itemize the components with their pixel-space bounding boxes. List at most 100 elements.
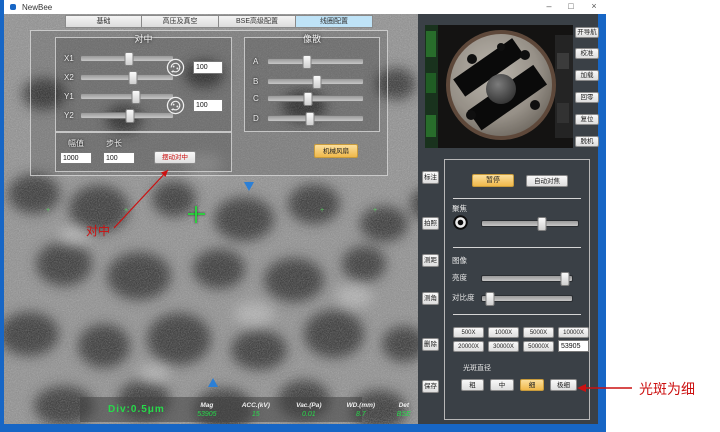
mag-5000x-button[interactable]: 5000X — [523, 327, 554, 338]
home-zero-button[interactable]: 回零 — [575, 92, 599, 103]
capture-tool-button[interactable]: 拍照 — [422, 217, 439, 230]
contrast-slider[interactable] — [481, 295, 573, 302]
reset-button[interactable]: 复位 — [575, 114, 599, 125]
x1-label: X1 — [64, 54, 80, 63]
chamber-camera-image — [425, 25, 573, 148]
window-frame-bottom — [0, 424, 606, 432]
amplitude-label: 幅值 — [68, 138, 84, 149]
status-col-mag: Mag53905 — [187, 402, 227, 418]
focus-slider-thumb[interactable] — [537, 217, 546, 231]
y1-slider[interactable] — [80, 93, 174, 100]
x1-slider-thumb[interactable] — [124, 52, 133, 66]
focus-label: 聚焦 — [452, 203, 467, 214]
mag-20000x-button[interactable]: 20000X — [453, 341, 484, 352]
detector-marker-icon — [208, 378, 218, 387]
astig-c-slider[interactable] — [267, 95, 364, 102]
contrast-label: 对比度 — [452, 292, 475, 303]
crosshair-icon-vertical — [195, 206, 197, 223]
astig-b-label: B — [253, 77, 267, 86]
step-input[interactable] — [103, 152, 135, 164]
offline-button[interactable]: 脱机 — [575, 136, 599, 147]
contrast-slider-thumb[interactable] — [486, 292, 495, 306]
astig-d-slider[interactable] — [267, 115, 364, 122]
maximize-button[interactable]: □ — [562, 0, 580, 13]
load-button[interactable]: 加载 — [575, 70, 599, 81]
tab-bar: 基础 高压及真空 BSE高级配置 线圈配置 — [65, 15, 373, 28]
delete-tool-button[interactable]: 删除 — [422, 338, 439, 351]
astig-b-slider[interactable] — [267, 78, 364, 85]
divider — [453, 247, 581, 248]
mag-10000x-button[interactable]: 10000X — [558, 327, 589, 338]
amplitude-step-group: 幅值 步长 摆动对中 — [55, 132, 232, 172]
close-button[interactable]: × — [585, 0, 603, 13]
save-tool-button[interactable]: 保存 — [422, 380, 439, 393]
rotate-swap-y-icon[interactable] — [166, 96, 185, 115]
brightness-slider-thumb[interactable] — [560, 272, 569, 286]
mag-50000x-button[interactable]: 50000X — [523, 341, 554, 352]
measure-angle-tool-button[interactable]: 测角 — [422, 292, 439, 305]
x-value-input[interactable] — [193, 61, 223, 74]
mag-1000x-button[interactable]: 1000X — [488, 327, 519, 338]
open-navigation-button[interactable]: 开导航 — [575, 27, 599, 38]
centering-annotation: 对中 — [86, 222, 110, 239]
astigmatism-title: 像散 — [303, 32, 321, 45]
annotate-tool-button[interactable]: 标注 — [422, 171, 439, 184]
minimize-button[interactable]: – — [540, 0, 558, 13]
rotate-swap-x-icon[interactable] — [166, 58, 185, 77]
focus-target-icon[interactable] — [453, 215, 468, 230]
amplitude-input[interactable] — [60, 152, 92, 164]
astig-b-thumb[interactable] — [313, 75, 322, 89]
mag-500x-button[interactable]: 500X — [453, 327, 484, 338]
centering-title: 对中 — [134, 32, 152, 45]
centering-group: 对中 X1 X2 Y1 Y2 — [55, 37, 232, 132]
tab-basic[interactable]: 基础 — [65, 15, 142, 28]
wobble-centering-button[interactable]: 摆动对中 — [154, 151, 196, 164]
astig-d-thumb[interactable] — [305, 112, 314, 126]
titlebar: NewBee – □ × — [4, 0, 606, 14]
x2-slider[interactable] — [80, 74, 174, 81]
window-title: NewBee — [22, 3, 52, 12]
astig-c-thumb[interactable] — [303, 92, 312, 106]
x2-slider-thumb[interactable] — [129, 71, 138, 85]
autofocus-button[interactable]: 自动对焦 — [526, 175, 568, 187]
y1-label: Y1 — [64, 92, 80, 101]
y-value-input[interactable] — [193, 99, 223, 112]
right-control-panel: 开导航 校准 加载 回零 复位 脱机 标注 拍照 测距 测角 删除 保存 暂停 … — [418, 14, 598, 424]
astig-a-thumb[interactable] — [302, 55, 311, 69]
focus-slider[interactable] — [481, 220, 579, 227]
scale-div-label: Div:0.5μm — [108, 404, 165, 415]
brightness-slider[interactable] — [481, 275, 573, 282]
tab-coil-config[interactable]: 线圈配置 — [296, 15, 373, 28]
astig-a-label: A — [253, 57, 267, 66]
x2-label: X2 — [64, 73, 80, 82]
step-label: 步长 — [106, 138, 122, 149]
image-section-label: 图像 — [452, 255, 467, 266]
grid-tick-icon: + — [320, 208, 324, 214]
spot-medium-button[interactable]: 中 — [490, 379, 514, 391]
y2-slider[interactable] — [80, 112, 174, 119]
screenshot-root: NewBee – □ × — [0, 0, 720, 432]
status-bar: Div:0.5μm Mag53905 ACC.(kV)15 Vac.(Pa)0.… — [80, 397, 362, 422]
calibrate-button[interactable]: 校准 — [575, 48, 599, 59]
y2-label: Y2 — [64, 111, 80, 120]
mag-30000x-button[interactable]: 30000X — [488, 341, 519, 352]
spot-fine-button[interactable]: 细 — [520, 379, 544, 391]
divider — [453, 314, 581, 315]
astig-a-slider[interactable] — [267, 58, 364, 65]
scan-control-box: 暂停 自动对焦 聚焦 图像 亮度 对比度 500X 1000X 5000X 10… — [444, 159, 590, 420]
tab-hv-vacuum[interactable]: 高压及真空 — [142, 15, 219, 28]
grid-tick-icon: + — [46, 208, 50, 214]
measure-distance-tool-button[interactable]: 测距 — [422, 254, 439, 267]
stage-marker-icon — [244, 182, 254, 191]
y1-slider-thumb[interactable] — [132, 90, 141, 104]
spot-extra-fine-button[interactable]: 极细 — [550, 379, 577, 391]
brightness-label: 亮度 — [452, 272, 467, 283]
astigmatism-group: 像散 A B C D — [244, 37, 380, 132]
mechanical-fan-button[interactable]: 机械风扇 — [314, 144, 358, 158]
spot-coarse-button[interactable]: 粗 — [461, 379, 484, 391]
pause-button[interactable]: 暂停 — [472, 174, 514, 187]
x1-slider[interactable] — [80, 55, 174, 62]
tab-bse-advanced[interactable]: BSE高级配置 — [219, 15, 296, 28]
y2-slider-thumb[interactable] — [125, 109, 134, 123]
mag-value-input[interactable] — [558, 340, 589, 352]
